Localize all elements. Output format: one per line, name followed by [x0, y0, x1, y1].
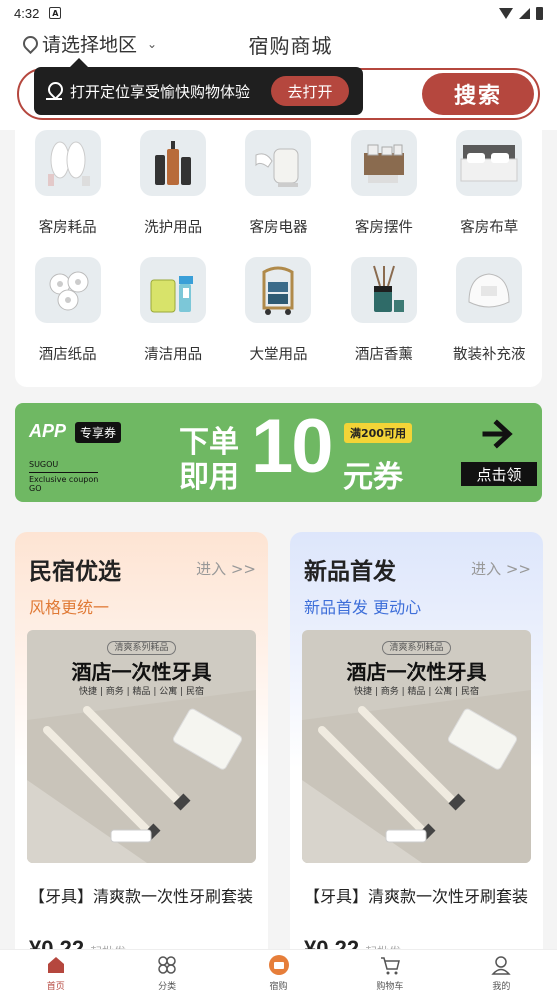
- banner-line2: 即用: [179, 460, 239, 495]
- category-item[interactable]: 客房电器: [226, 130, 331, 237]
- claim-coupon-button[interactable]: 点击领: [461, 462, 537, 486]
- category-grid: 客房耗品 洗护用品 客房电器 客房摆件 客房布草 酒店纸品 清洁用品 大堂用品 …: [15, 130, 542, 364]
- page-title: 宿购商城: [248, 34, 333, 58]
- search-button[interactable]: 搜索: [422, 73, 534, 115]
- product-image[interactable]: 清爽系列耗品 酒店一次性牙具 快捷 | 商务 | 精品 | 公寓 | 民宿: [27, 630, 256, 863]
- banner-sub1: Exclusive coupon: [29, 472, 99, 484]
- category-item[interactable]: 清洁用品: [120, 257, 225, 364]
- promo-title: 新品首发: [304, 559, 396, 585]
- category-item[interactable]: 客房摆件: [331, 130, 436, 237]
- category-label: 客房耗品: [38, 220, 97, 236]
- category-label: 客房布草: [460, 220, 519, 236]
- tab-label: 首页: [46, 982, 65, 992]
- refill-icon: [456, 257, 523, 323]
- cleaner-icon: [140, 257, 207, 323]
- promo-card-new[interactable]: 新品首发 进入 >> 新品首发 更动心 清爽系列耗品 酒店一次性牙具 快捷 | …: [290, 532, 543, 962]
- diffuser-icon: [350, 257, 417, 323]
- category-item[interactable]: 大堂用品: [226, 257, 331, 364]
- banner-badge: 满200可用: [344, 423, 412, 443]
- category-item[interactable]: 客房布草: [437, 130, 542, 237]
- status-icons: [499, 6, 543, 20]
- tab-label: 购物车: [376, 982, 404, 992]
- promo-card-homestay[interactable]: 民宿优选 进入 >> 风格更统一 清爽系列耗品 酒店一次性牙具 快捷 | 商务 …: [15, 532, 268, 962]
- category-label: 客房摆件: [354, 220, 413, 236]
- promo-subtitle: 新品首发 更动心: [304, 598, 422, 617]
- notification-a-icon: A: [49, 7, 62, 19]
- tooltip-text: 打开定位享受愉快购物体验: [70, 82, 251, 101]
- category-item[interactable]: 酒店纸品: [15, 257, 120, 364]
- category-item[interactable]: 酒店香薰: [331, 257, 436, 364]
- bottom-tab-bar: 首页 分类 宿购 购物车 我的: [0, 949, 557, 996]
- bed-icon: [456, 130, 523, 196]
- category-label: 散装补充液: [453, 347, 526, 363]
- location-icon: [46, 82, 62, 100]
- category-item[interactable]: 洗护用品: [120, 130, 225, 237]
- luggage-cart-icon: [245, 257, 312, 323]
- banner-tag: 专享券: [75, 422, 122, 443]
- product-image[interactable]: 清爽系列耗品 酒店一次性牙具 快捷 | 商务 | 精品 | 公寓 | 民宿: [302, 630, 531, 863]
- product-name[interactable]: 【牙具】清爽款一次性牙刷套装: [304, 883, 532, 907]
- tab-label: 我的: [492, 982, 511, 992]
- category-item[interactable]: 客房耗品: [15, 130, 120, 237]
- wifi-icon: [499, 7, 513, 19]
- home-icon: [47, 957, 64, 973]
- banner-unit: 元券: [343, 460, 403, 495]
- category-item[interactable]: 散装补充液: [437, 257, 542, 364]
- kettle-icon: [245, 130, 312, 196]
- enable-location-button[interactable]: 去打开: [271, 76, 349, 106]
- banner-amount: 10: [251, 404, 334, 489]
- status-bar: 4:32 A: [0, 0, 557, 26]
- status-time: 4:32: [14, 5, 40, 21]
- tab-cart[interactable]: 购物车: [334, 950, 445, 996]
- tab-label: 分类: [158, 982, 177, 992]
- slippers-icon: [34, 130, 101, 196]
- tab-shop[interactable]: 宿购: [223, 950, 334, 996]
- tab-home[interactable]: 首页: [0, 950, 111, 996]
- tab-mine[interactable]: 我的: [446, 950, 557, 996]
- tray-icon: [350, 130, 417, 196]
- cart-icon: [380, 957, 400, 975]
- banner-sub2: GO: [29, 484, 42, 493]
- promo-subtitle: 风格更统一: [29, 598, 110, 617]
- arrow-right-icon: [482, 419, 513, 449]
- shop-icon: [268, 955, 289, 975]
- tab-category[interactable]: 分类: [111, 950, 222, 996]
- category-label: 酒店纸品: [38, 347, 97, 363]
- banner-brand: SUGOU: [29, 460, 59, 469]
- signal-icon: [519, 7, 530, 19]
- header: 请选择地区 ⌄ 宿购商城 搜索 打开定位享受愉快购物体验 去打开: [0, 26, 557, 130]
- category-label: 清洁用品: [144, 347, 203, 363]
- banner-app-text: APP: [29, 421, 67, 441]
- toothbrush-illustration: [302, 690, 531, 863]
- location-tooltip: 打开定位享受愉快购物体验 去打开: [34, 58, 363, 115]
- user-icon: [491, 956, 511, 975]
- category-label: 客房电器: [249, 220, 308, 236]
- coupon-banner[interactable]: APP 专享券 SUGOU Exclusive coupon GO 下单 即用 …: [15, 403, 542, 502]
- category-label: 洗护用品: [144, 220, 203, 236]
- product-name[interactable]: 【牙具】清爽款一次性牙刷套装: [29, 883, 257, 907]
- category-icon: [158, 956, 176, 974]
- promo-enter-link[interactable]: 进入 >>: [471, 558, 531, 579]
- category-label: 大堂用品: [249, 347, 308, 363]
- tissue-icon: [34, 257, 101, 323]
- tab-label: 宿购: [269, 982, 288, 992]
- battery-icon: [536, 6, 543, 20]
- bottles-icon: [140, 130, 207, 196]
- toothbrush-illustration: [27, 690, 256, 863]
- promo-title: 民宿优选: [29, 559, 121, 585]
- category-label: 酒店香薰: [354, 347, 413, 363]
- promo-enter-link[interactable]: 进入 >>: [196, 558, 256, 579]
- category-card: 客房耗品 洗护用品 客房电器 客房摆件 客房布草 酒店纸品 清洁用品 大堂用品 …: [15, 124, 542, 387]
